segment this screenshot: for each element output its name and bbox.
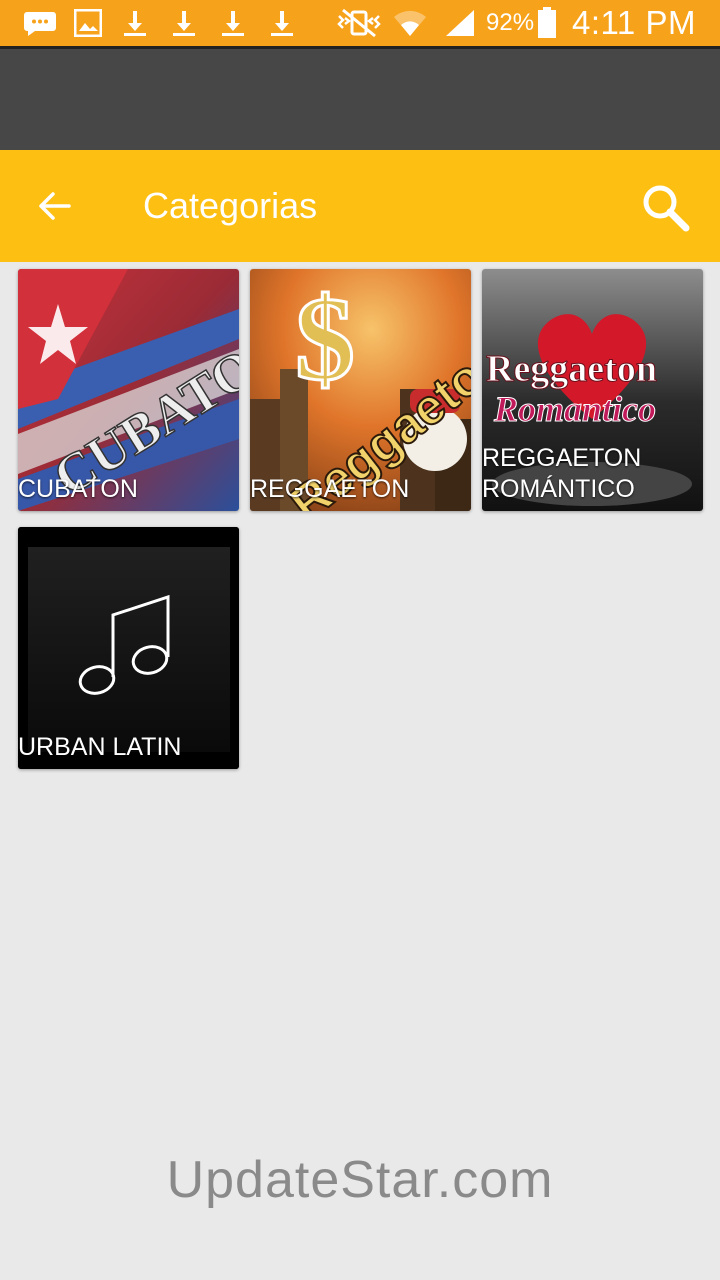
top-band [0, 49, 720, 150]
romantico-art-text-2: Romantico [493, 389, 656, 429]
category-card-reggaeton[interactable]: $ Reggaeton REGGAETON [250, 269, 471, 511]
battery-percent: 92% [486, 9, 535, 36]
status-bar: 92% 4:11 PM [0, 0, 720, 46]
message-icon [22, 0, 58, 46]
arrow-back-icon[interactable] [24, 176, 84, 236]
category-card-reggaeton-romantico[interactable]: Reggaeton Romantico REGGAETON ROMÁNTICO [482, 269, 703, 511]
page-title: Categorias [143, 185, 318, 226]
svg-text:$: $ [295, 272, 355, 405]
clock: 4:11 PM [572, 4, 696, 41]
category-card-urban-latin[interactable]: URBAN LATIN [18, 527, 239, 769]
category-label: URBAN LATIN [18, 733, 182, 761]
image-icon [72, 0, 104, 46]
signal-icon [443, 0, 477, 46]
wifi-icon [392, 0, 428, 46]
app-toolbar: Categorias [0, 150, 720, 262]
download-icon [120, 0, 150, 46]
category-label: CUBATON [18, 475, 138, 503]
download-icon [267, 0, 297, 46]
category-card-cubaton[interactable]: CUBATON CUBATON [18, 269, 239, 511]
watermark: UpdateStar.com [166, 1151, 554, 1209]
battery-icon [536, 0, 558, 46]
download-icon [218, 0, 248, 46]
romantico-art-text-1: Reggaeton [486, 348, 657, 390]
category-label: REGGAETON ROMÁNTICO [482, 444, 642, 503]
download-icon [169, 0, 199, 46]
category-label: REGGAETON [250, 475, 410, 503]
vibrate-mute-icon [334, 0, 384, 46]
search-icon[interactable] [632, 174, 698, 240]
